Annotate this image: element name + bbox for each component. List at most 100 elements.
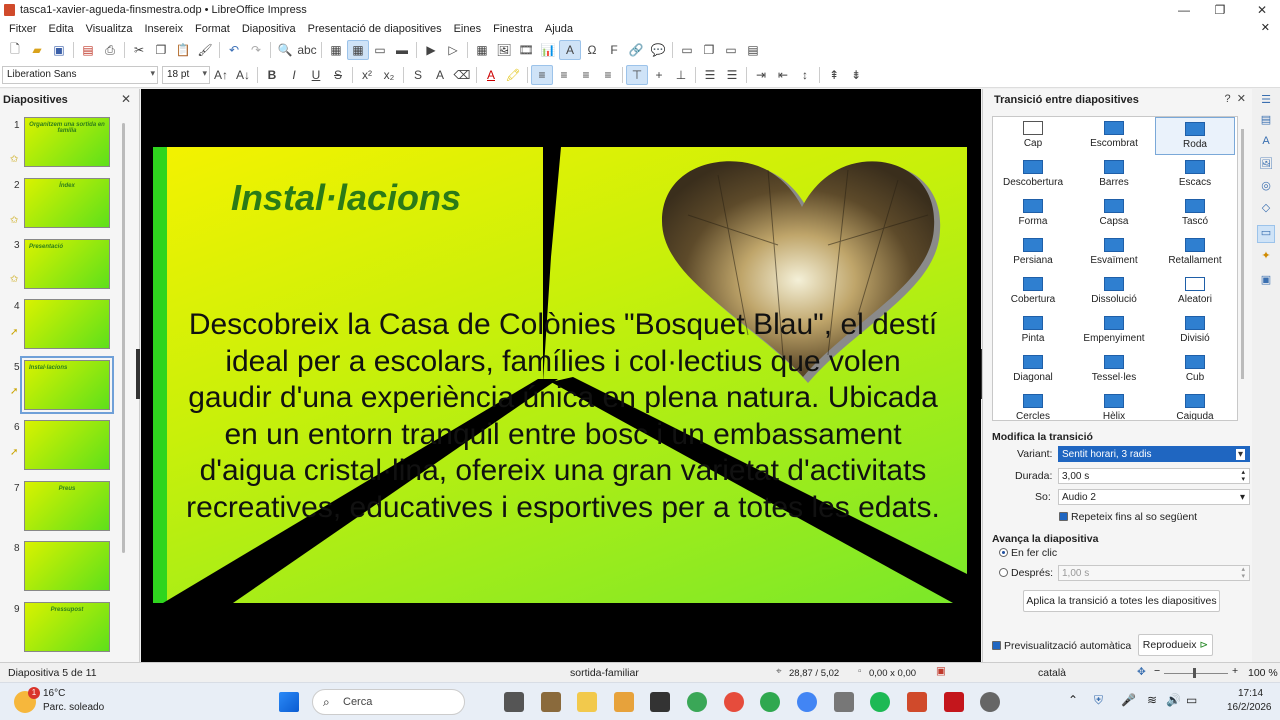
transition-item[interactable]: Escombrat bbox=[1074, 117, 1154, 155]
slide-thumbnail[interactable]: Organitzem una sortida en família bbox=[24, 117, 110, 167]
app-icon[interactable] bbox=[980, 692, 1000, 712]
zoom-slider-thumb[interactable] bbox=[1193, 668, 1196, 678]
fontwork-icon[interactable]: F bbox=[603, 40, 625, 60]
slide-5[interactable]: Instal·lacions Descobreix la Casa de Col… bbox=[153, 147, 967, 603]
transition-item[interactable]: Persiana bbox=[993, 234, 1073, 272]
insert-table-icon[interactable]: ▦ bbox=[471, 40, 493, 60]
styles-icon[interactable]: A bbox=[1257, 135, 1275, 153]
align-bottom-icon[interactable]: ⊥ bbox=[670, 65, 692, 85]
transition-item[interactable]: Cobertura bbox=[993, 273, 1073, 311]
slide-thumbnail[interactable] bbox=[24, 299, 110, 349]
slide-thumbnail[interactable] bbox=[24, 420, 110, 470]
slide-transition-icon[interactable]: ▭ bbox=[1257, 225, 1275, 243]
slide-thumbnail[interactable]: Pressupost bbox=[24, 602, 110, 652]
grow-font-icon[interactable]: A↑ bbox=[210, 65, 232, 85]
help-icon[interactable]: ? bbox=[1225, 93, 1231, 105]
slide-thumbnail[interactable]: Presentació bbox=[24, 239, 110, 289]
close-icon[interactable]: ✕ bbox=[121, 92, 131, 106]
variant-select[interactable]: Sentit horari, 3 radis ▾ bbox=[1058, 446, 1250, 462]
new-slide-icon[interactable]: ▭ bbox=[676, 40, 698, 60]
chrome-icon[interactable] bbox=[724, 692, 744, 712]
taskbar-search[interactable]: ⌕ Cerca bbox=[312, 689, 465, 715]
decrease-indent-icon[interactable]: ⇤ bbox=[772, 65, 794, 85]
clear-formatting-icon[interactable]: ⌫ bbox=[451, 65, 473, 85]
transition-item[interactable]: Capsa bbox=[1074, 195, 1154, 233]
transition-item-selected[interactable]: Roda bbox=[1155, 117, 1235, 155]
master-slide-name[interactable]: sortida-familiar bbox=[570, 667, 639, 679]
bullets-icon[interactable]: ☰ bbox=[699, 65, 721, 85]
start-from-first-icon[interactable]: ▶ bbox=[420, 40, 442, 60]
menu-format[interactable]: Format bbox=[189, 23, 236, 35]
increase-indent-icon[interactable]: ⇥ bbox=[750, 65, 772, 85]
save-icon[interactable]: ▣ bbox=[48, 40, 70, 60]
menu-tools[interactable]: Eines bbox=[448, 23, 488, 35]
master-slides-icon[interactable]: ▣ bbox=[1257, 273, 1275, 291]
left-pane-resize-handle[interactable] bbox=[136, 349, 140, 399]
file-explorer-icon[interactable] bbox=[577, 692, 597, 712]
hyperlink-icon[interactable]: 🔗 bbox=[625, 40, 647, 60]
close-icon[interactable]: ✕ bbox=[1237, 93, 1246, 105]
transition-item[interactable]: Hèlix bbox=[1074, 390, 1154, 420]
clock-time[interactable]: 17:14 bbox=[1238, 688, 1263, 699]
defender-icon[interactable]: ⛨ bbox=[1094, 693, 1103, 708]
menu-view[interactable]: Visualitza bbox=[80, 23, 139, 35]
after-radio[interactable] bbox=[999, 568, 1008, 577]
chevron-up-icon[interactable]: ⌃ bbox=[1068, 693, 1078, 707]
bold-icon[interactable]: B bbox=[261, 65, 283, 85]
zoom-slider[interactable] bbox=[1164, 673, 1228, 674]
insert-special-character-icon[interactable]: Ω bbox=[581, 40, 603, 60]
align-top-icon[interactable]: ⊤ bbox=[626, 64, 648, 85]
app-icon[interactable] bbox=[650, 692, 670, 712]
after-spinbox[interactable]: 1,00 s ▴ ▾ bbox=[1058, 565, 1250, 581]
superscript-icon[interactable]: x² bbox=[356, 65, 378, 85]
chrome-icon[interactable] bbox=[687, 692, 707, 712]
microphone-icon[interactable]: 🎤 bbox=[1121, 693, 1136, 707]
decrease-paragraph-spacing-icon[interactable]: ⇟ bbox=[845, 65, 867, 85]
copy-icon[interactable]: ❐ bbox=[150, 40, 172, 60]
shapes-icon[interactable]: ◇ bbox=[1257, 201, 1275, 219]
paste-icon[interactable]: 📋 bbox=[172, 40, 194, 60]
helplines-icon[interactable]: ▦ bbox=[347, 40, 369, 60]
redo-icon[interactable]: ↷ bbox=[245, 40, 267, 60]
chrome-icon[interactable] bbox=[797, 692, 817, 712]
menu-edit[interactable]: Edita bbox=[43, 23, 80, 35]
transition-item[interactable]: Cub bbox=[1155, 351, 1235, 389]
zoom-in-icon[interactable]: + bbox=[1232, 665, 1238, 677]
transition-item[interactable]: Escacs bbox=[1155, 156, 1235, 194]
line-spacing-icon[interactable]: ↕ bbox=[794, 65, 816, 85]
transition-item[interactable]: Barres bbox=[1074, 156, 1154, 194]
menu-window[interactable]: Finestra bbox=[487, 23, 539, 35]
transition-item[interactable]: Esvaïment bbox=[1074, 234, 1154, 272]
transition-item[interactable]: Descobertura bbox=[993, 156, 1073, 194]
gallery-icon[interactable]: 🖼 bbox=[1257, 157, 1275, 175]
cut-icon[interactable]: ✂ bbox=[128, 40, 150, 60]
on-click-radio[interactable] bbox=[999, 548, 1008, 557]
battery-icon[interactable]: ▭ bbox=[1186, 693, 1197, 707]
spelling-icon[interactable]: abc bbox=[296, 40, 318, 60]
clone-formatting-icon[interactable]: 🖌 bbox=[194, 40, 216, 60]
store-icon[interactable] bbox=[614, 692, 634, 712]
font-size-combo[interactable]: 18 pt ▾ bbox=[162, 65, 210, 84]
numbering-icon[interactable]: ☰ bbox=[721, 65, 743, 85]
transition-item[interactable]: Tascó bbox=[1155, 195, 1235, 233]
duration-spinbox[interactable]: 3,00 s ▴ ▾ bbox=[1058, 468, 1250, 484]
transition-item[interactable]: Tessel·les bbox=[1074, 351, 1154, 389]
export-pdf-icon[interactable]: ▤ bbox=[77, 40, 99, 60]
properties-icon[interactable]: ▤ bbox=[1257, 113, 1275, 131]
maximize-button[interactable]: ❐ bbox=[1202, 0, 1238, 20]
transition-item[interactable]: Pinta bbox=[993, 312, 1073, 350]
font-name-combo[interactable]: Liberation Sans ▾ bbox=[2, 65, 158, 84]
animation-icon[interactable]: ✦ bbox=[1257, 249, 1275, 267]
transition-item[interactable]: Cap bbox=[993, 117, 1073, 155]
shrink-font-icon[interactable]: A↓ bbox=[232, 65, 254, 85]
duplicate-slide-icon[interactable]: ❐ bbox=[698, 40, 720, 60]
strikethrough-icon[interactable]: S bbox=[327, 65, 349, 85]
insert-media-icon[interactable]: 🎞 bbox=[515, 40, 537, 60]
slide-thumbnail[interactable]: Preus bbox=[24, 481, 110, 531]
insert-comment-icon[interactable]: 💬 bbox=[647, 40, 669, 60]
transition-item[interactable]: Divisió bbox=[1155, 312, 1235, 350]
menu-file[interactable]: Fitxer bbox=[3, 23, 43, 35]
insert-chart-icon[interactable]: 📊 bbox=[537, 40, 559, 60]
insert-image-icon[interactable]: 🖼 bbox=[493, 40, 515, 60]
language[interactable]: català bbox=[1038, 667, 1066, 679]
